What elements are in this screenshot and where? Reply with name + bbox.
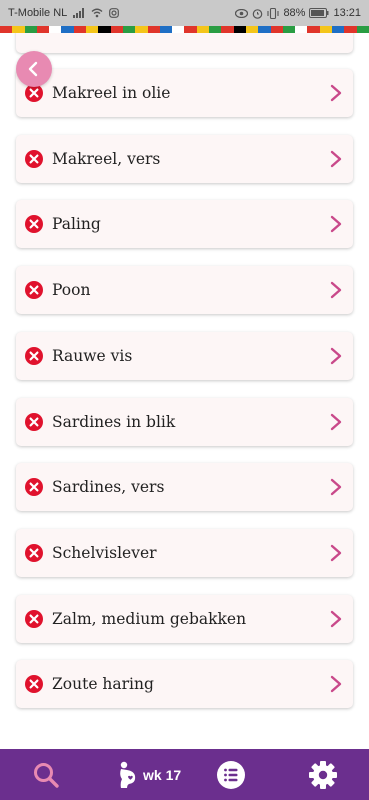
chevron-right-icon <box>330 610 342 627</box>
pregnancy-icon <box>120 761 136 788</box>
stripe-segment <box>209 26 222 33</box>
food-list[interactable]: Makreel in olie Makreel, vers Paling Poon Ra… <box>0 33 369 749</box>
stripe-segment <box>147 26 160 33</box>
chevron-right-icon <box>330 478 342 496</box>
list-item-label: Zalm, medium gebakken <box>52 609 247 628</box>
stripe-segment <box>98 26 111 33</box>
chevron-right-icon <box>330 544 342 562</box>
not-allowed-icon <box>25 412 43 431</box>
battery-icon <box>309 8 329 18</box>
list-item[interactable]: Zoute haring <box>16 660 353 709</box>
stripe-segment <box>61 26 74 33</box>
stripe-segment <box>73 26 87 33</box>
not-allowed-icon <box>25 609 43 628</box>
list-item[interactable]: Schelvislever <box>16 528 353 577</box>
not-allowed-icon <box>25 543 43 562</box>
stripe-segment <box>122 26 136 33</box>
nav-week-button[interactable]: wk 17 <box>115 761 181 789</box>
list-icon <box>217 761 245 789</box>
stripe-segment <box>86 26 99 33</box>
back-button[interactable] <box>16 51 52 87</box>
chevron-right-icon <box>330 150 342 167</box>
battery-percentage: 88% <box>283 7 306 19</box>
nav-search-button[interactable] <box>32 761 60 789</box>
nav-list-button[interactable] <box>216 760 246 790</box>
stripe-segment <box>270 26 283 33</box>
stripe-segment <box>24 26 37 33</box>
list-item-partial[interactable] <box>16 33 353 53</box>
list-item-label: Schelvislever <box>52 543 157 562</box>
list-item[interactable]: Makreel in olie <box>16 69 353 117</box>
stripe-segment <box>258 26 271 33</box>
stripe-segment <box>159 26 173 33</box>
signal-icon <box>73 8 85 18</box>
wifi-icon <box>91 8 103 18</box>
instagram-icon <box>109 8 120 18</box>
list-item-label: Rauwe vis <box>52 346 133 365</box>
not-allowed-icon <box>25 346 43 365</box>
vibrate-icon <box>267 7 279 19</box>
not-allowed-icon <box>25 478 43 497</box>
list-item-label: Makreel in olie <box>52 84 171 102</box>
list-item-label: Poon <box>52 281 91 300</box>
decorative-stripe <box>0 26 369 33</box>
stripe-segment <box>356 26 369 33</box>
list-item-label: Paling <box>52 215 101 234</box>
stripe-segment <box>196 26 210 33</box>
stripe-segment <box>233 26 246 33</box>
chevron-right-icon <box>330 676 342 693</box>
list-item[interactable]: Makreel, vers <box>16 134 353 183</box>
stripe-segment <box>282 26 296 33</box>
chevron-right-icon <box>330 84 342 102</box>
chevron-right-icon <box>330 413 342 430</box>
stripe-segment <box>344 26 357 33</box>
eye-icon <box>235 8 249 18</box>
list-item[interactable]: Paling <box>16 200 353 249</box>
list-item-label: Sardines, vers <box>52 478 165 497</box>
carrier-label: T-Mobile NL <box>8 7 68 19</box>
week-label: wk 17 <box>143 767 182 783</box>
not-allowed-icon <box>25 215 43 234</box>
not-allowed-icon <box>25 281 43 300</box>
list-item[interactable]: Rauwe vis <box>16 331 353 380</box>
stripe-segment <box>332 26 345 33</box>
list-item[interactable]: Zalm, medium gebakken <box>16 594 353 643</box>
list-item[interactable]: Sardines, vers <box>16 463 353 512</box>
not-allowed-icon <box>25 149 43 168</box>
chevron-right-icon <box>330 216 342 233</box>
list-item-label: Zoute haring <box>52 675 154 694</box>
list-item-label: Makreel, vers <box>52 149 161 168</box>
stripe-segment <box>245 26 259 33</box>
stripe-segment <box>0 26 13 33</box>
chevron-right-icon <box>330 281 342 299</box>
chevron-right-icon <box>330 347 342 364</box>
gear-icon <box>309 761 337 789</box>
nav-settings-button[interactable] <box>308 760 338 790</box>
stripe-segment <box>184 26 197 33</box>
status-bar: T-Mobile NL 88% 13:21 <box>0 0 369 26</box>
stripe-segment <box>221 26 234 33</box>
stripe-segment <box>307 26 320 33</box>
bottom-nav: wk 17 <box>0 749 369 800</box>
stripe-segment <box>12 26 25 33</box>
list-item-label: Sardines in blik <box>52 412 176 431</box>
chevron-left-icon <box>28 61 38 77</box>
list-item[interactable]: Poon <box>16 266 353 315</box>
stripe-segment <box>172 26 185 33</box>
stripe-segment <box>36 26 50 33</box>
list-item[interactable]: Sardines in blik <box>16 397 353 446</box>
stripe-segment <box>135 26 148 33</box>
search-icon <box>34 763 59 788</box>
not-allowed-icon <box>25 675 43 694</box>
stripe-segment <box>295 26 308 33</box>
stripe-segment <box>110 26 123 33</box>
clock: 13:21 <box>333 7 361 19</box>
stripe-segment <box>49 26 62 33</box>
alarm-icon <box>252 8 263 19</box>
stripe-segment <box>319 26 333 33</box>
